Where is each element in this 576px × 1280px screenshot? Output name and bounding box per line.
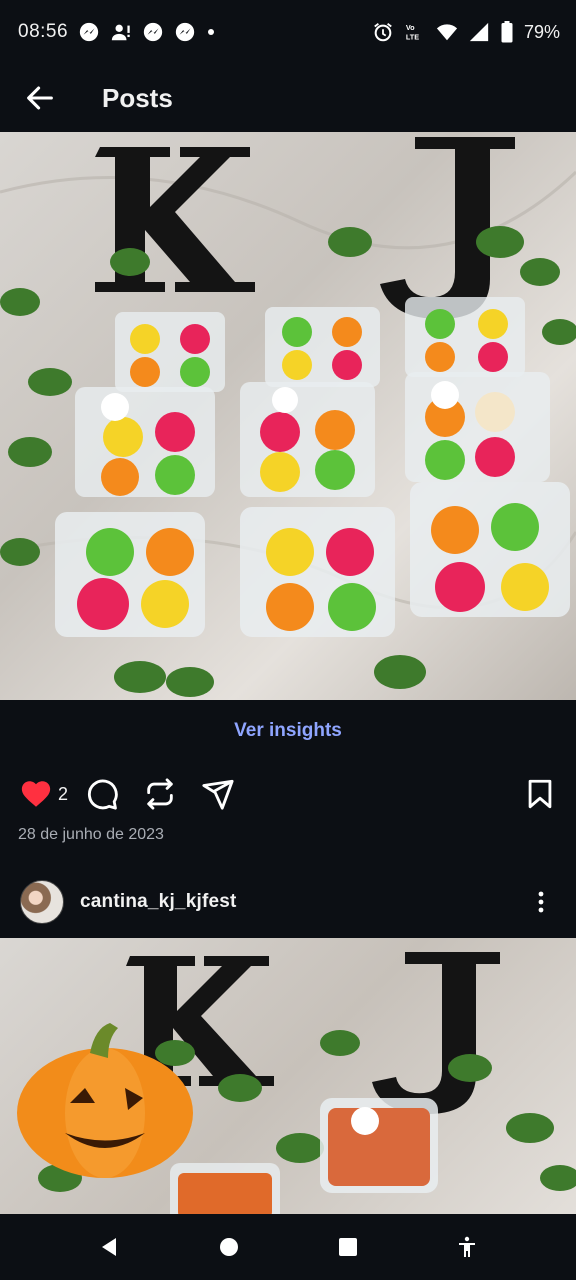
insights-row: Ver insights bbox=[0, 700, 576, 762]
svg-text:LTE: LTE bbox=[406, 32, 419, 41]
nav-home-button[interactable] bbox=[207, 1225, 251, 1269]
more-options-button[interactable] bbox=[526, 882, 556, 922]
status-bar: 08:56 Vo LTE 79% bbox=[0, 0, 576, 64]
back-button[interactable] bbox=[0, 64, 80, 132]
battery-icon bbox=[500, 21, 514, 43]
cell-signal-icon bbox=[468, 21, 490, 43]
send-icon bbox=[202, 779, 234, 810]
share-button[interactable] bbox=[198, 774, 238, 814]
nav-back-button[interactable] bbox=[88, 1225, 132, 1269]
messenger-icon bbox=[78, 21, 100, 43]
dot-icon bbox=[206, 21, 216, 43]
avatar[interactable] bbox=[20, 880, 64, 924]
top-app-bar: Posts bbox=[0, 64, 576, 132]
nav-recents-icon bbox=[338, 1238, 357, 1256]
repost-icon bbox=[147, 778, 173, 810]
view-insights-link[interactable]: Ver insights bbox=[234, 720, 342, 742]
messenger-icon bbox=[174, 21, 196, 43]
heart-filled-icon bbox=[21, 781, 51, 807]
save-button[interactable] bbox=[520, 774, 560, 814]
post-photo-illustration bbox=[0, 137, 576, 697]
repost-button[interactable] bbox=[140, 774, 180, 814]
status-time: 08:56 bbox=[18, 21, 69, 42]
like-button[interactable] bbox=[16, 774, 56, 814]
system-nav-bar bbox=[0, 1214, 576, 1280]
next-post-image[interactable] bbox=[0, 938, 576, 1214]
alarm-icon bbox=[372, 21, 394, 43]
messenger-icon bbox=[142, 21, 164, 43]
nav-back-icon bbox=[101, 1238, 116, 1256]
post-actions: 2 bbox=[0, 768, 576, 820]
volte-icon: Vo LTE bbox=[404, 21, 426, 43]
wifi-icon bbox=[436, 21, 458, 43]
more-vertical-icon bbox=[538, 891, 544, 913]
person-alert-icon bbox=[110, 21, 132, 43]
comment-icon bbox=[88, 779, 118, 810]
post-image[interactable] bbox=[0, 132, 576, 700]
accessibility-button[interactable] bbox=[445, 1225, 489, 1269]
comment-button[interactable] bbox=[82, 774, 122, 814]
like-count[interactable]: 2 bbox=[58, 784, 68, 805]
next-post-header: cantina_kj_kjfest bbox=[0, 872, 576, 932]
username[interactable]: cantina_kj_kjfest bbox=[80, 891, 237, 913]
nav-home-icon bbox=[219, 1238, 238, 1256]
svg-text:Vo: Vo bbox=[406, 23, 415, 32]
post-date: 28 de junho de 2023 bbox=[18, 826, 164, 843]
page-title: Posts bbox=[102, 82, 173, 113]
battery-percentage: 79% bbox=[523, 21, 560, 42]
nav-recents-button[interactable] bbox=[326, 1225, 370, 1269]
bookmark-icon bbox=[528, 779, 552, 809]
accessibility-icon bbox=[458, 1236, 475, 1257]
next-post-photo-illustration bbox=[17, 952, 576, 1214]
status-right: Vo LTE 79% bbox=[372, 21, 560, 43]
back-arrow-icon bbox=[27, 86, 53, 110]
status-left: 08:56 bbox=[18, 21, 216, 43]
